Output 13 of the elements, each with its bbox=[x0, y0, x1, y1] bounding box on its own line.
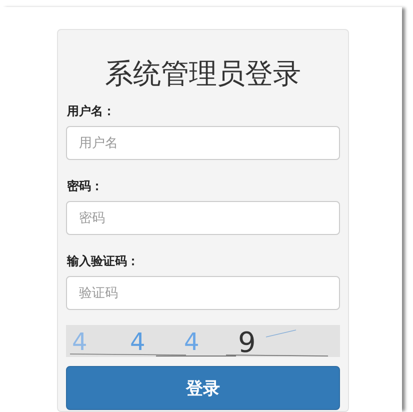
field-label: 输入验证码： bbox=[67, 253, 140, 269]
captcha-character: 4 bbox=[130, 328, 146, 356]
input-field[interactable]: 验证码 bbox=[66, 276, 340, 310]
captcha-character: 4 bbox=[72, 328, 88, 356]
captcha-image[interactable]: 4 4 4 9 bbox=[66, 325, 340, 357]
login-button[interactable]: 登录 bbox=[66, 366, 340, 410]
captcha-character: 4 bbox=[184, 328, 200, 356]
login-title: 系统管理员登录 bbox=[104, 56, 302, 92]
field-label: 用户名： bbox=[67, 103, 116, 119]
input-field[interactable]: 用户名 bbox=[66, 126, 340, 160]
captcha-character: 9 bbox=[238, 326, 256, 357]
field-label: 密码： bbox=[67, 178, 104, 194]
input-field[interactable]: 密码 bbox=[66, 201, 340, 235]
